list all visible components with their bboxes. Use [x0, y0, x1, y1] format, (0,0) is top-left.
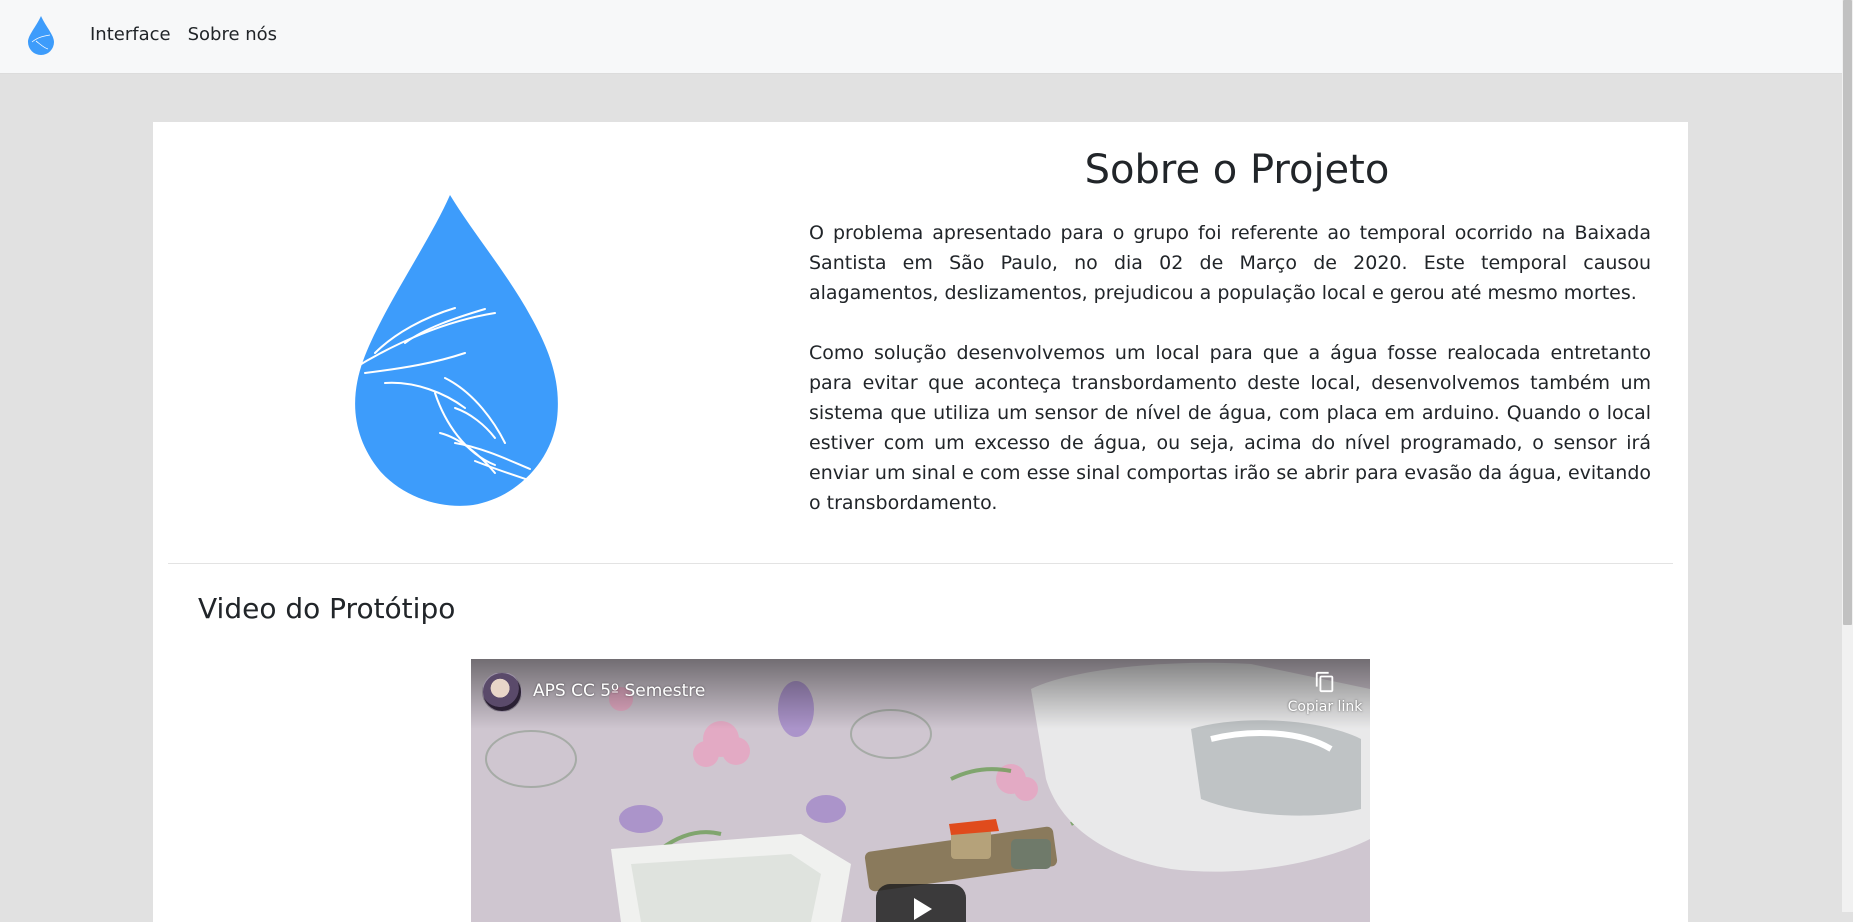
- about-paragraph: Como solução desenvolvemos um local para…: [809, 342, 1651, 514]
- play-icon[interactable]: [876, 884, 966, 922]
- copy-link-label: Copiar link: [1287, 699, 1363, 715]
- nav-link-sobre-nos[interactable]: Sobre nós: [188, 24, 277, 45]
- video-title[interactable]: APS CC 5º Semestre: [533, 681, 705, 701]
- water-drop-logo-icon: [352, 195, 558, 506]
- scrollbar-thumb[interactable]: [1843, 0, 1852, 625]
- water-drop-logo-icon[interactable]: [26, 15, 56, 55]
- copy-link-button[interactable]: Copiar link: [1285, 671, 1365, 715]
- nav-links: Interface Sobre nós: [90, 24, 277, 45]
- about-title: Sobre o Projeto: [1084, 147, 1390, 193]
- copy-icon: [1315, 671, 1334, 693]
- about-text: O problema apresentado para o grupo foi …: [809, 218, 1651, 548]
- divider: [168, 563, 1673, 564]
- video-section-title: Video do Protótipo: [198, 592, 456, 625]
- video-player[interactable]: APS CC 5º Semestre Copiar link: [471, 659, 1370, 922]
- scrollbar[interactable]: [1842, 0, 1853, 912]
- nav-link-interface[interactable]: Interface: [90, 24, 171, 45]
- channel-avatar[interactable]: [482, 672, 522, 712]
- content-card: Sobre o Projeto O problema apresentado p…: [153, 122, 1688, 922]
- about-paragraph: O problema apresentado para o grupo foi …: [809, 222, 1651, 304]
- navbar: Interface Sobre nós: [0, 0, 1842, 74]
